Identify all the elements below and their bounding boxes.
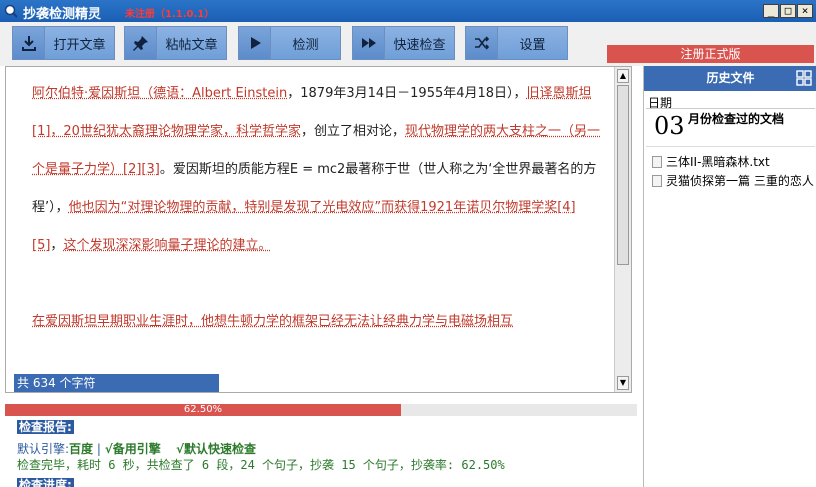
plagiarized-segment: 这个发现深深影响量子理论的建立。 xyxy=(63,238,272,253)
engine-name: 百度 xyxy=(69,442,94,456)
divider xyxy=(646,108,815,109)
scroll-up-icon[interactable]: ▲ xyxy=(617,69,629,83)
register-button[interactable]: 注册正式版 xyxy=(607,45,814,63)
open-file-button[interactable]: 打开文章 xyxy=(12,26,115,60)
report-title: 检查报告: xyxy=(17,420,74,434)
history-file-item[interactable]: 三体II-黑暗森林.txt xyxy=(652,152,814,171)
paste-article-button[interactable]: 粘帖文章 xyxy=(124,26,227,60)
document-icon xyxy=(652,174,662,187)
quick-check-label: 快速检查 xyxy=(393,37,446,53)
plagiarized-segment: 阿尔伯特·爱因斯坦（德语：Albert Einstein xyxy=(32,86,288,101)
quick-check-option[interactable]: √默认快速检查 xyxy=(176,442,256,456)
history-file-item[interactable]: 灵猫侦探第一篇 三重的恋人 xyxy=(652,171,814,190)
history-panel: 历史文件 日期 03 月份检查过的文档 三体II-黑暗森林.txt 灵猫侦探第一… xyxy=(643,66,816,487)
title-bar: 抄袭检测精灵 未注册（1.1.0.1） _ □ × xyxy=(0,0,816,22)
settings-label: 设置 xyxy=(519,37,546,53)
text-segment: ，1879年3月14日－1955年4月18日）， xyxy=(287,86,527,101)
grid-view-icon[interactable] xyxy=(796,70,812,86)
download-icon xyxy=(13,27,45,59)
plagiarized-segment: 犹太裔理论物理学家，科学哲学家 xyxy=(105,124,301,139)
summary-line: 检查完毕，耗时 6 秒，共检查了 6 段，24 个句子，抄袭 15 个句子，抄袭… xyxy=(17,458,505,472)
divider xyxy=(646,146,815,147)
month-summary: 月份检查过的文档 xyxy=(688,112,785,126)
shuffle-icon xyxy=(466,27,498,59)
progress-label: 62.50% xyxy=(183,404,223,415)
article-editor[interactable]: 阿尔伯特·爱因斯坦（德语：Albert Einstein，1879年3月14日－… xyxy=(5,66,632,393)
maximize-button[interactable]: □ xyxy=(780,4,796,18)
detect-button[interactable]: 检测 xyxy=(238,26,341,60)
pin-icon xyxy=(125,27,157,59)
article-text: 阿尔伯特·爱因斯坦（德语：Albert Einstein，1879年3月14日－… xyxy=(32,75,602,341)
engine-line: 默认引擎:百度 | √备用引擎 √默认快速检查 xyxy=(17,440,256,457)
window-title: 抄袭检测精灵 xyxy=(23,7,102,22)
engine-separator: | xyxy=(93,442,105,456)
char-count: 共 634 个字符 xyxy=(14,374,219,392)
fast-forward-icon xyxy=(353,27,385,59)
text-segment: ， xyxy=(50,238,64,253)
progress-title: 检查进度: xyxy=(17,478,74,487)
history-file-list: 三体II-黑暗森林.txt 灵猫侦探第一篇 三重的恋人 xyxy=(652,152,814,190)
open-file-label: 打开文章 xyxy=(53,37,106,53)
engine-prefix: 默认引擎: xyxy=(17,442,70,456)
quick-check-button[interactable]: 快速检查 xyxy=(352,26,455,60)
file-name: 灵猫侦探第一篇 三重的恋人 xyxy=(666,174,814,188)
magnifier-app-icon xyxy=(4,4,18,18)
day-number: 03 xyxy=(654,112,685,140)
paste-article-label: 粘帖文章 xyxy=(165,37,218,53)
minimize-button[interactable]: _ xyxy=(763,4,779,18)
report-panel: 检查报告: 默认引擎:百度 | √备用引擎 √默认快速检查 检查完毕，耗时 6 … xyxy=(5,418,637,487)
detect-label: 检测 xyxy=(292,37,319,53)
plagiarized-segment: 在爱因斯坦早期职业生涯时，他想牛顿力学的框架已经无法让经典力学与电磁场相互 xyxy=(32,314,514,329)
text-segment: ，创立了相对论， xyxy=(300,124,405,139)
vertical-scrollbar[interactable]: ▲ ▼ xyxy=(614,67,631,392)
backup-engine-option[interactable]: √备用引擎 xyxy=(105,442,161,456)
document-icon xyxy=(652,155,662,168)
file-name: 三体II-黑暗森林.txt xyxy=(666,155,770,169)
progress-bar: 62.50% xyxy=(5,404,637,416)
history-header: 历史文件 xyxy=(644,66,816,91)
scroll-down-icon[interactable]: ▼ xyxy=(617,376,629,390)
version-label: 未注册（1.1.0.1） xyxy=(125,9,215,20)
settings-button[interactable]: 设置 xyxy=(465,26,568,60)
play-icon xyxy=(239,27,271,59)
scroll-thumb[interactable] xyxy=(617,85,629,265)
close-button[interactable]: × xyxy=(797,4,813,18)
